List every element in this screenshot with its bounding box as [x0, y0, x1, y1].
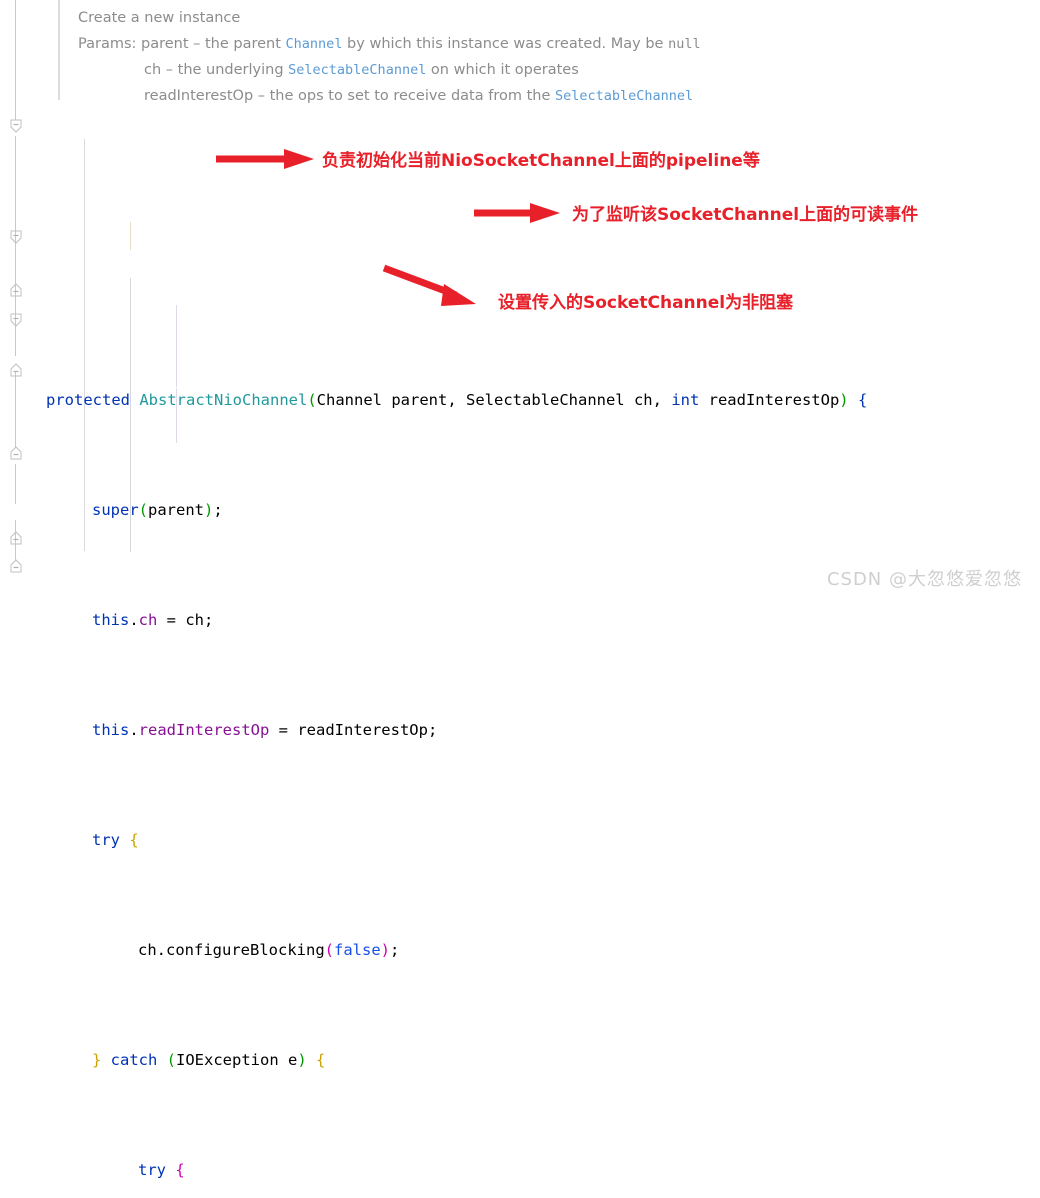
javadoc-type-link[interactable]: SelectableChannel — [288, 62, 426, 78]
token-param-type: Channel — [316, 391, 382, 409]
fold-expand-icon[interactable] — [8, 445, 24, 461]
token-param-type: SelectableChannel — [466, 391, 625, 409]
token-field: ch — [138, 611, 158, 629]
javadoc-type-link[interactable]: SelectableChannel — [555, 88, 693, 104]
token-this: this — [92, 611, 130, 629]
code-line-catch-outer[interactable]: } catch (IOException e) { — [46, 1047, 867, 1075]
javadoc-left-bar — [58, 0, 60, 100]
token-boolean-literal: false — [334, 941, 381, 959]
token-keyword-try: try — [92, 831, 120, 849]
indent-guide — [84, 139, 85, 551]
code-line-try-outer[interactable]: try { — [46, 827, 867, 855]
token-param-name: readInterestOp — [699, 391, 840, 409]
indent-guide — [130, 222, 131, 250]
token-brace: { — [306, 1051, 326, 1069]
javadoc-param-parent: Params: parent – the parent Channel by w… — [78, 31, 1018, 57]
csdn-watermark: CSDN @大忽悠爱忽悠 — [826, 569, 1022, 590]
code-line-super[interactable]: super(parent); — [46, 497, 867, 525]
token-paren: ( — [138, 501, 149, 519]
javadoc-params-label: Params: — [78, 36, 137, 52]
token-field: readInterestOp — [138, 721, 270, 739]
javadoc-param-text: readInterestOp – the ops to set to recei… — [144, 88, 555, 104]
token-paren: ) — [204, 501, 214, 519]
javadoc-param-text: on which it operates — [426, 62, 579, 78]
fold-rail-segment — [15, 372, 16, 448]
annotation-text-1: 负责初始化当前NioSocketChannel上面的pipeline等 — [322, 151, 760, 171]
token-semicolon: ; — [390, 941, 400, 959]
fold-expand-icon[interactable] — [8, 282, 24, 298]
token-method: configureBlocking — [166, 941, 325, 959]
code-line-signature[interactable]: protected AbstractNioChannel(Channel par… — [46, 387, 867, 415]
token-constructor-name: AbstractNioChannel — [139, 391, 308, 409]
annotation-arrow-1 — [216, 149, 314, 169]
code-line-this-readinterestop[interactable]: this.readInterestOp = readInterestOp; — [46, 717, 867, 745]
token-dot: . — [129, 611, 139, 629]
javadoc-param-text: by which this instance was created. May … — [342, 36, 669, 52]
fold-collapse-icon[interactable] — [8, 229, 24, 245]
javadoc-type-link[interactable]: Channel — [286, 36, 343, 52]
token-dot: . — [156, 941, 167, 959]
token-exception-type: IOException — [176, 1051, 279, 1069]
token-brace: { — [120, 831, 139, 849]
token-modifier: protected — [46, 391, 130, 409]
token-param-name: parent, — [382, 391, 466, 409]
annotation-arrow-3 — [382, 264, 476, 306]
fold-collapse-icon[interactable] — [8, 312, 24, 328]
editor-gutter[interactable] — [0, 0, 40, 599]
token-argument: parent — [148, 501, 205, 519]
token-paren: ) — [297, 1051, 307, 1069]
javadoc-param-readinterestop: readInterestOp – the ops to set to recei… — [78, 83, 1018, 109]
fold-expand-icon[interactable] — [8, 558, 24, 574]
javadoc-param-text: ch – the underlying — [144, 62, 289, 78]
javadoc-param-ch: ch – the underlying SelectableChannel on… — [78, 57, 1018, 83]
token-exception-var: e — [278, 1051, 298, 1069]
token-super-call: super — [92, 501, 139, 519]
javadoc-param-text: parent – the parent — [141, 36, 286, 52]
fold-expand-icon[interactable] — [8, 362, 24, 378]
token-assignment: = ch; — [157, 611, 214, 629]
token-keyword-try: try — [138, 1161, 166, 1179]
fold-rail-segment — [15, 464, 16, 504]
token-param-type: int — [671, 391, 700, 409]
annotation-text-2: 为了监听该SocketChannel上面的可读事件 — [572, 205, 919, 225]
javadoc-summary: Create a new instance — [78, 10, 241, 26]
token-assignment: = readInterestOp; — [269, 721, 438, 739]
fold-expand-icon[interactable] — [8, 530, 24, 546]
fold-collapse-icon[interactable] — [8, 118, 24, 134]
token-keyword-catch: catch — [101, 1051, 167, 1069]
code-line-try-inner[interactable]: try { — [46, 1157, 867, 1185]
code-line-this-ch[interactable]: this.ch = ch; — [46, 607, 867, 635]
code-editor[interactable]: Create a new instance Params: parent – t… — [0, 0, 1040, 1179]
annotation-text-3: 设置传入的SocketChannel为非阻塞 — [498, 293, 794, 313]
token-receiver: ch — [138, 941, 157, 959]
token-paren: ) — [380, 941, 391, 959]
token-brace: } — [92, 1051, 102, 1069]
token-paren: ( — [324, 941, 334, 959]
token-paren: ( — [307, 391, 317, 409]
fold-rail-segment — [15, 0, 16, 120]
token-param-name: ch, — [624, 391, 672, 409]
javadoc-null-keyword: null — [668, 36, 701, 52]
indent-guide — [176, 305, 177, 387]
token-paren: ( — [166, 1051, 177, 1069]
javadoc-tooltip: Create a new instance Params: parent – t… — [58, 0, 1018, 110]
token-paren: ) — [839, 391, 849, 409]
token-dot: . — [129, 721, 139, 739]
code-line-configureblocking[interactable]: ch.configureBlocking(false); — [46, 937, 867, 965]
token-brace: { — [166, 1161, 185, 1179]
annotation-arrow-2 — [474, 203, 560, 223]
token-brace: { — [848, 391, 868, 409]
token-this: this — [92, 721, 130, 739]
token-semicolon: ; — [213, 501, 223, 519]
